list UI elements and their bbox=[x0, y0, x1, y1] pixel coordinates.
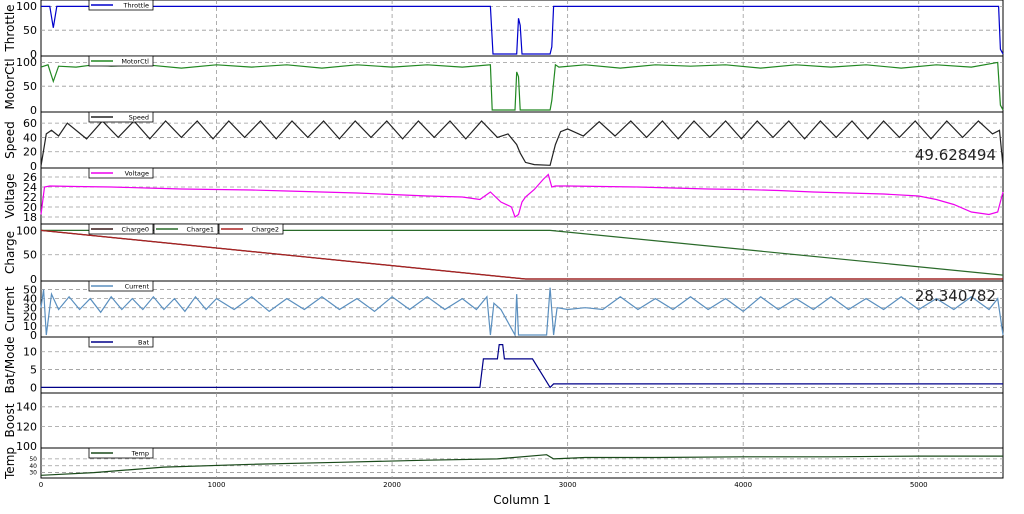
panel-frame-5 bbox=[40, 280, 1004, 338]
panel-frame-2 bbox=[40, 111, 1004, 169]
y-tick-label: 60 bbox=[23, 117, 37, 130]
x-axis-label: Column 1 bbox=[493, 493, 550, 507]
y-tick-label: 100 bbox=[16, 224, 37, 237]
y-tick-label: 100 bbox=[16, 0, 37, 13]
y-tick-label: 40 bbox=[23, 131, 37, 144]
legend-label: Charge1 bbox=[187, 226, 214, 234]
y-tick-label: 120 bbox=[16, 420, 37, 433]
panel-frame-6 bbox=[40, 336, 1004, 394]
y-axis-label: Current bbox=[3, 286, 17, 331]
legend-label: Current bbox=[125, 283, 150, 291]
x-tick-label: 2000 bbox=[383, 481, 401, 489]
y-tick-label: 26 bbox=[23, 171, 37, 184]
y-axis-label: Voltage bbox=[3, 173, 17, 218]
x-tick-label: 0 bbox=[39, 481, 43, 489]
y-axis-label: Bat/Mode bbox=[3, 336, 17, 393]
y-tick-label: 5 bbox=[30, 363, 37, 376]
panel-frame-8 bbox=[40, 447, 1004, 479]
legend-label: Temp bbox=[131, 450, 149, 458]
y-axis-label: Charge bbox=[3, 231, 17, 274]
legend-label: Throttle bbox=[123, 2, 150, 10]
value-readout: 28.340782 bbox=[915, 287, 996, 305]
y-tick-label: 140 bbox=[16, 401, 37, 414]
panel-frame-1 bbox=[40, 55, 1004, 113]
y-tick-label: 100 bbox=[16, 56, 37, 69]
legend-label: Charge0 bbox=[122, 226, 149, 234]
legend-label: Charge2 bbox=[252, 226, 279, 234]
legend-label: Speed bbox=[129, 114, 149, 122]
legend-label: Bat bbox=[138, 339, 149, 347]
y-tick-label: 40 bbox=[29, 463, 37, 470]
chart-root: 0 50 100 Throttle Throttle 0 50 100 MotorCtl Moto… bbox=[0, 0, 1024, 510]
y-tick-label: 50 bbox=[23, 249, 37, 262]
panel-frame-3 bbox=[40, 167, 1004, 225]
y-axis-label: Boost bbox=[3, 403, 17, 437]
y-axis-label: Temp bbox=[3, 447, 17, 480]
legend-label: MotorCtl bbox=[121, 58, 149, 66]
y-axis-label: Throttle bbox=[3, 4, 17, 52]
y-axis-label: Speed bbox=[3, 121, 17, 159]
x-tick-label: 3000 bbox=[559, 481, 577, 489]
y-tick-label: 30 bbox=[29, 470, 37, 477]
y-tick-label: 0 bbox=[30, 381, 37, 394]
y-axis-label: MotorCtl bbox=[3, 58, 17, 109]
y-tick-label: 50 bbox=[23, 80, 37, 93]
y-tick-label: 0 bbox=[30, 104, 37, 117]
value-readout: 49.628494 bbox=[915, 146, 996, 164]
x-tick-label: 1000 bbox=[208, 481, 226, 489]
y-tick-label: 100 bbox=[16, 440, 37, 453]
x-tick-label: 5000 bbox=[910, 481, 928, 489]
x-tick-label: 4000 bbox=[734, 481, 752, 489]
y-tick-label: 10 bbox=[23, 346, 37, 359]
multi-panel-line-chart: 050100Throttle Throttle050100MotorCtl Moto… bbox=[3, 0, 1004, 507]
y-tick-label: 50 bbox=[23, 283, 37, 296]
panel-frame-7 bbox=[40, 392, 1004, 449]
y-tick-label: 50 bbox=[29, 456, 37, 463]
legend-label: Voltage bbox=[125, 170, 149, 178]
y-tick-label: 20 bbox=[23, 146, 37, 159]
y-tick-label: 50 bbox=[23, 24, 37, 37]
